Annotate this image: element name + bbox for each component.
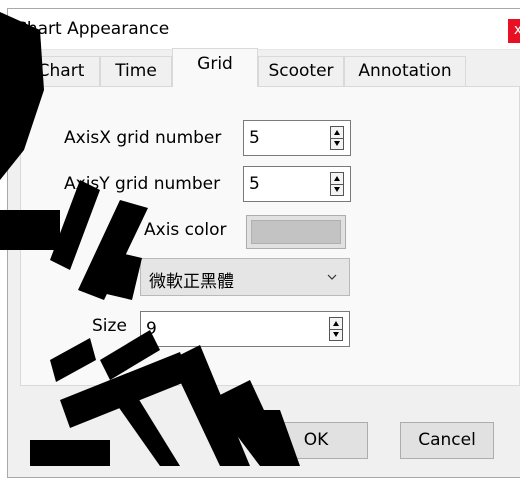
- axisx-grid-label: AxisX grid number: [64, 128, 222, 148]
- spin-down-icon[interactable]: [334, 187, 340, 192]
- font-dropdown[interactable]: 微軟正黑體: [140, 258, 350, 296]
- axisy-grid-stepper[interactable]: 5: [243, 166, 351, 202]
- close-button[interactable]: x: [508, 19, 520, 43]
- tab-time[interactable]: Time: [100, 56, 172, 86]
- font-label: Font: [90, 266, 128, 286]
- size-value[interactable]: 9: [146, 319, 157, 339]
- spin-up-icon[interactable]: [334, 130, 340, 135]
- spin-up-icon[interactable]: [334, 176, 340, 181]
- tab-annotation[interactable]: Annotation: [344, 56, 466, 86]
- cancel-button[interactable]: Cancel: [400, 422, 494, 459]
- spin-up-icon[interactable]: [333, 321, 339, 326]
- size-stepper[interactable]: 9: [140, 311, 350, 347]
- title-bar: Chart Appearance x: [8, 9, 520, 50]
- axisy-grid-value[interactable]: 5: [249, 174, 260, 194]
- spin-down-icon[interactable]: [333, 332, 339, 337]
- axisy-spin-buttons[interactable]: [330, 172, 344, 196]
- chevron-down-icon[interactable]: [327, 272, 337, 282]
- axis-color-picker[interactable]: [246, 215, 346, 249]
- tab-chart[interactable]: Chart: [22, 56, 100, 86]
- axis-color-label: Axis color: [144, 220, 227, 240]
- size-label: Size: [92, 316, 127, 336]
- axisx-grid-stepper[interactable]: 5: [243, 120, 351, 156]
- axis-color-swatch[interactable]: [251, 220, 341, 244]
- ok-button[interactable]: OK: [264, 422, 368, 459]
- axisx-spin-buttons[interactable]: [330, 126, 344, 150]
- tab-scooter[interactable]: Scooter: [258, 56, 344, 86]
- spin-down-icon[interactable]: [334, 141, 340, 146]
- font-dropdown-value[interactable]: 微軟正黑體: [149, 267, 234, 292]
- tab-grid[interactable]: Grid: [172, 48, 258, 87]
- axisx-grid-value[interactable]: 5: [249, 128, 260, 148]
- dialog-title: Chart Appearance: [15, 19, 170, 39]
- size-spin-buttons[interactable]: [329, 317, 343, 341]
- axisy-grid-label: AxisY grid number: [64, 174, 221, 194]
